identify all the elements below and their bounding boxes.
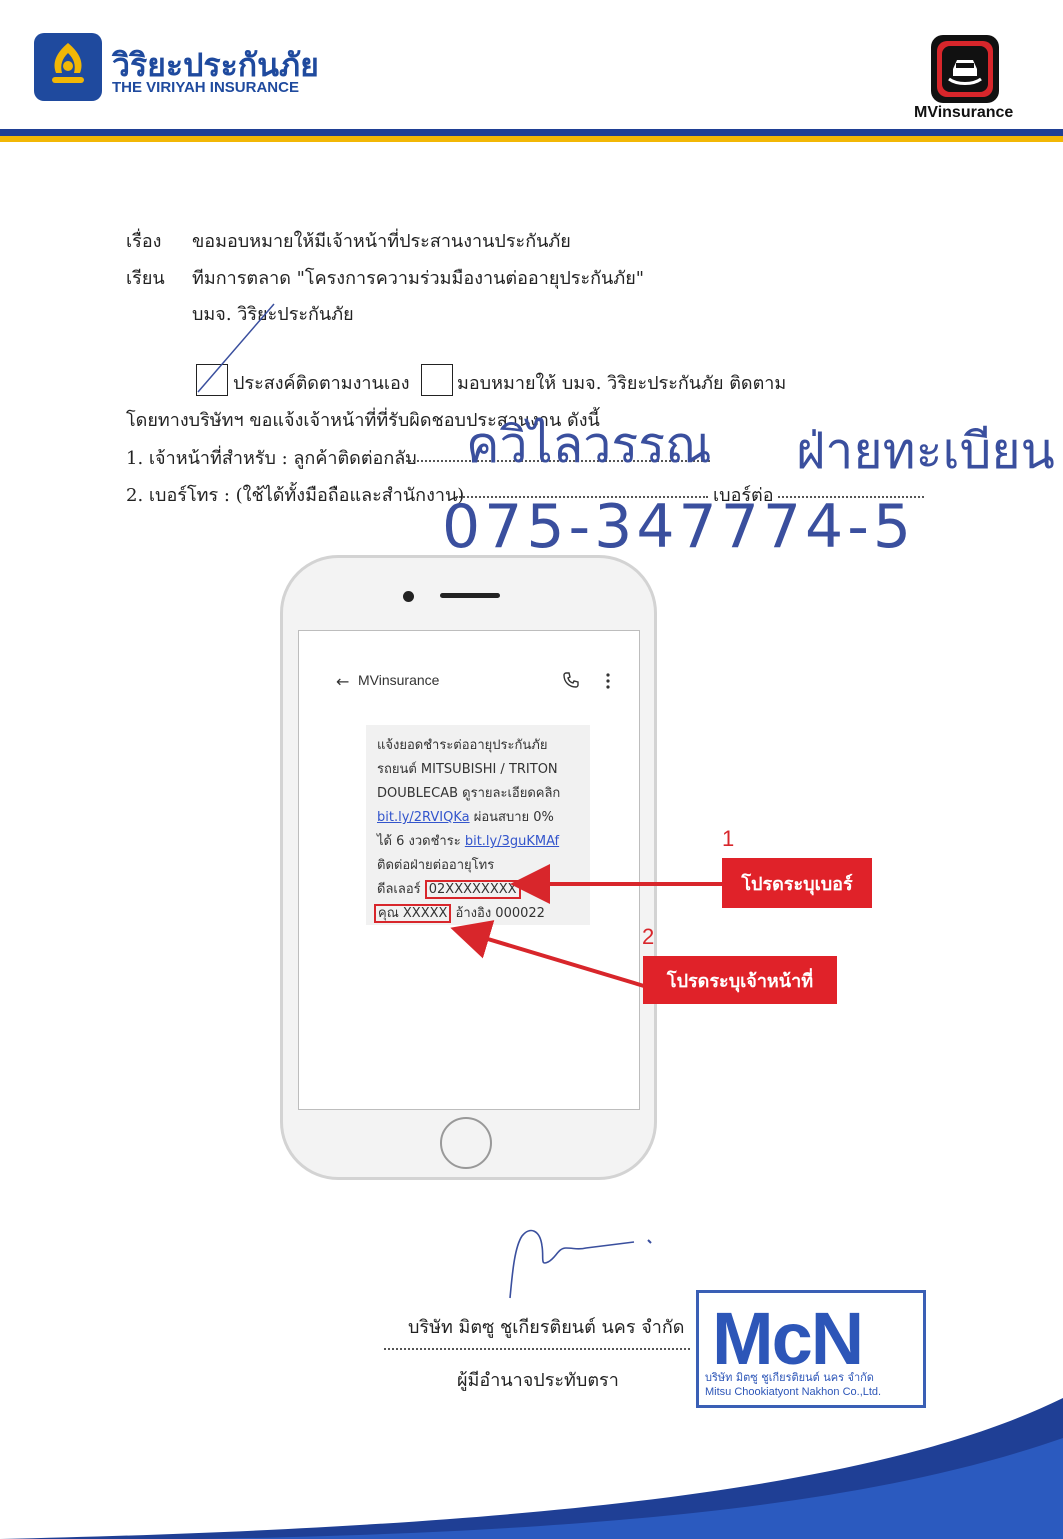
callout-specify-number: โปรดระบุเบอร์: [722, 858, 872, 908]
sms-line-3: DOUBLECAB ดูรายละเอียดคลิก: [377, 786, 561, 801]
sms-line-1: แจ้งยอดชำระต่ออายุประกันภัย: [377, 738, 548, 753]
sms-line-5: ได้ 6 งวดชำระ bit.ly/3guKMAf: [377, 830, 559, 851]
front-camera: [403, 591, 414, 602]
header-band-blue: [0, 129, 1063, 136]
handwritten-signature: [509, 1229, 652, 1299]
stamp-company-english: Mitsu Chookiatyont Nakhon Co.,Ltd.: [705, 1386, 882, 1398]
option-assign-label: มอบหมายให้ บมจ. วิริยะประกันภัย ติดตาม: [457, 373, 787, 394]
callout-specify-staff: โปรดระบุเจ้าหน้าที่: [643, 956, 837, 1004]
mvinsurance-logo-text: MVinsurance: [914, 104, 1014, 121]
item-1-label: 1. เจ้าหน้าที่สำหรับ : ลูกค้าติดต่อกลับ: [126, 448, 417, 469]
stamp-company-thai: บริษัท มิตซู ชูเกียรติยนต์ นคร จำกัด: [705, 1371, 874, 1384]
viriyah-logo-icon: [34, 33, 102, 101]
subject-label: เรื่อง: [126, 231, 162, 252]
checkbox-assign-viriyah[interactable]: [421, 364, 453, 396]
callout-number-1: 1: [722, 826, 735, 851]
dealer-prefix: ดีลเลอร์: [377, 882, 425, 897]
signature-dotted-line: [384, 1348, 690, 1350]
to-line-1: ทีมการตลาด "โครงการความร่วมมืองานต่ออายุ…: [192, 268, 645, 289]
company-name: บริษัท มิตซู ชูเกียรติยนต์ นคร จำกัด: [408, 1317, 685, 1338]
item-2-label: 2. เบอร์โทร : (ใช้ได้ทั้งมือถือและสำนักง…: [126, 485, 465, 506]
sms-app-title: MVinsurance: [358, 672, 440, 688]
back-arrow-icon[interactable]: ←: [336, 672, 349, 691]
arrow-2: [450, 920, 645, 988]
header-band-gold: [0, 136, 1063, 142]
handwritten-department: ฝ่ายทะเบียน: [796, 422, 1055, 480]
sms-line-5-prefix: ได้ 6 งวดชำระ: [377, 834, 465, 849]
authorized-signer-label: ผู้มีอำนาจประทับตรา: [457, 1370, 619, 1391]
brand-name-english: THE VIRIYAH INSURANCE: [112, 79, 299, 96]
subject-text: ขอมอบหมายให้มีเจ้าหน้าที่ประสานงานประกัน…: [192, 231, 571, 252]
more-options-icon[interactable]: [604, 672, 612, 694]
home-button[interactable]: [440, 1117, 492, 1169]
sms-line-2: รถยนต์ MITSUBISHI / TRITON: [377, 762, 558, 777]
callout-number-2: 2: [642, 924, 655, 949]
sms-line-4-suffix: ผ่อนสบาย 0%: [469, 810, 554, 825]
handwritten-phone-number: 075-347774-5: [442, 492, 916, 562]
phone-call-icon[interactable]: [562, 671, 580, 693]
footer-wave: [0, 1398, 1063, 1539]
sms-link-1[interactable]: bit.ly/2RVIQKa: [377, 810, 470, 825]
to-label: เรียน: [126, 268, 165, 289]
mvinsurance-app-icon: [931, 35, 999, 103]
earpiece-speaker: [440, 593, 500, 598]
sms-link-2[interactable]: bit.ly/3guKMAf: [465, 834, 559, 849]
sms-line-4: bit.ly/2RVIQKa ผ่อนสบาย 0%: [377, 806, 554, 827]
handwritten-staff-name: ควิไลวรรณ: [466, 416, 712, 474]
checkmark-stroke: [197, 303, 275, 393]
